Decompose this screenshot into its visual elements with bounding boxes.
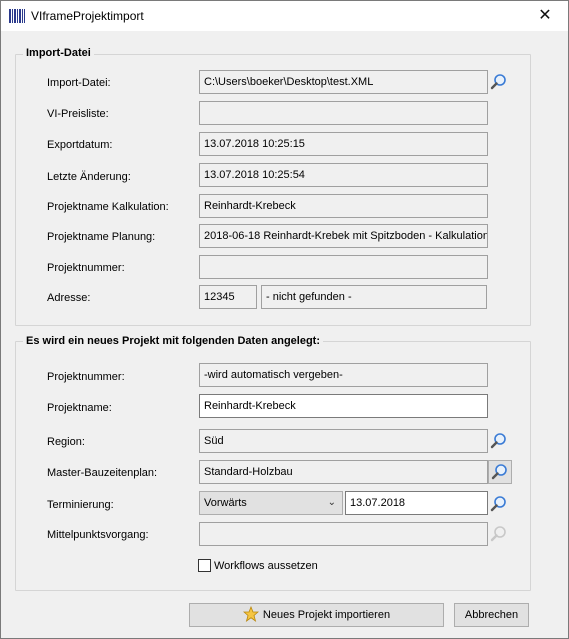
midpoint-field [199,522,488,546]
master-plan-field: Standard-Holzbau [199,460,488,484]
import-project-button-label: Neues Projekt importieren [262,609,391,621]
import-file-label: Import-Datei: [47,77,111,89]
new-project-group-title: Es wird ein neues Projekt mit folgenden … [23,335,323,347]
workflows-label: Workflows aussetzen [214,560,318,572]
import-file-group-title: Import-Datei [23,47,94,59]
barcode-icon [9,9,25,23]
project-name-plan-label: Projektname Planung: [47,231,156,243]
project-name-calc-field: Reinhardt-Krebeck [199,194,488,218]
title-bar: VIframeProjektimport ✕ [1,1,568,31]
midpoint-label: Mittelpunktsvorgang: [47,529,149,541]
region-field: Süd [199,429,488,453]
scheduling-mode-value: Vorwärts [204,497,247,509]
region-search-icon[interactable] [490,432,508,450]
price-list-label: VI-Preisliste: [47,108,109,120]
address-status-field: - nicht gefunden - [261,285,487,309]
scheduling-search-icon[interactable] [490,495,508,513]
cancel-button[interactable]: Abbrechen [454,603,529,627]
workflows-checkbox[interactable] [198,559,211,572]
export-date-label: Exportdatum: [47,139,113,151]
scheduling-date-input[interactable]: 13.07.2018 [345,491,488,515]
window-title: VIframeProjektimport [31,9,144,23]
project-name-input[interactable]: Reinhardt-Krebeck [199,394,488,418]
master-plan-search-icon [491,464,507,480]
price-list-field [199,101,488,125]
import-project-number-label: Projektnummer: [47,262,125,274]
dialog-window: VIframeProjektimport ✕ Import-Datei Impo… [0,0,569,639]
address-zip-field: 12345 [199,285,257,309]
master-plan-label: Master-Bauzeitenplan: [47,467,158,479]
close-icon: ✕ [538,7,552,24]
master-plan-search-button[interactable] [488,460,512,484]
scheduling-mode-select[interactable]: Vorwärts ⌄ [199,491,343,515]
import-file-search-icon[interactable] [490,73,508,91]
star-icon [242,606,259,622]
region-label: Region: [47,436,85,448]
project-name-label: Projektname: [47,402,112,414]
import-project-button[interactable]: Neues Projekt importieren [189,603,444,627]
address-label: Adresse: [47,292,91,304]
project-name-calc-label: Projektname Kalkulation: [47,201,169,213]
import-file-field: C:\Users\boeker\Desktop\test.XML [199,70,488,94]
last-change-field: 13.07.2018 10:25:54 [199,163,488,187]
last-change-label: Letzte Änderung: [47,171,131,183]
project-number-label: Projektnummer: [47,371,125,383]
chevron-down-icon: ⌄ [327,497,336,508]
import-project-number-field [199,255,488,279]
project-number-field: -wird automatisch vergeben- [199,363,488,387]
scheduling-label: Terminierung: [47,499,114,511]
export-date-field: 13.07.2018 10:25:15 [199,132,488,156]
midpoint-search-icon [490,526,506,542]
close-button[interactable]: ✕ [522,1,568,31]
cancel-button-label: Abbrechen [464,609,519,621]
project-name-plan-field: 2018-06-18 Reinhardt-Krebek mit Spitzbod… [199,224,488,248]
